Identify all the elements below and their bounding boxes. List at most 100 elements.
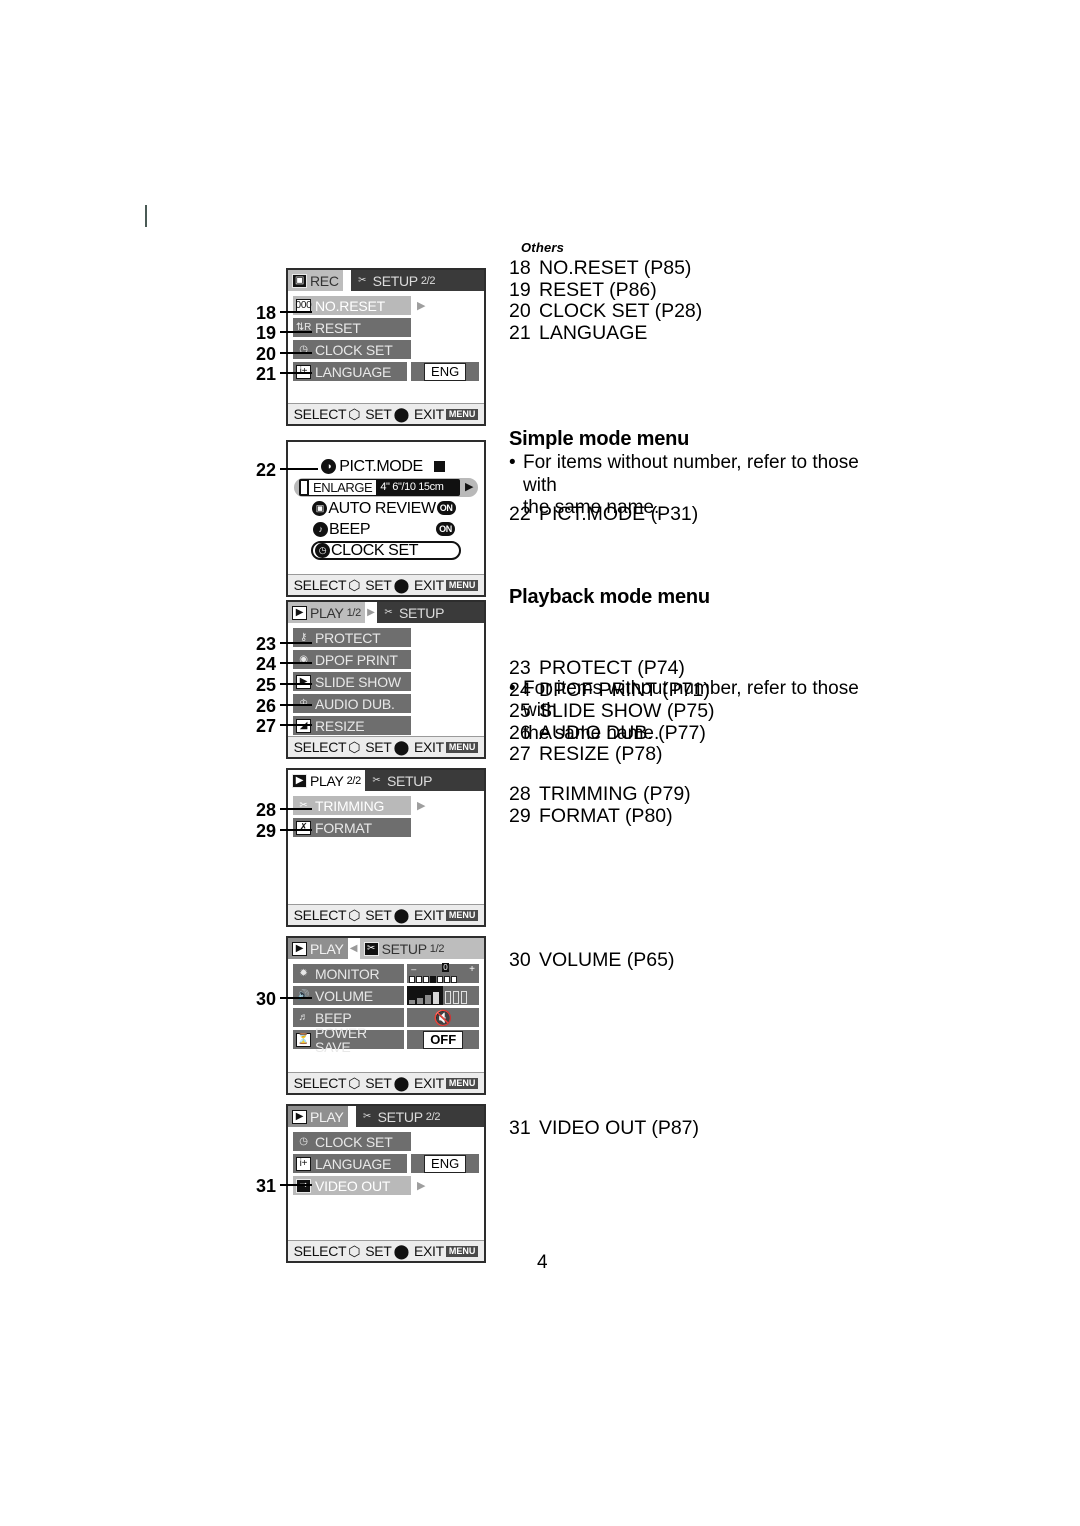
tab-label: SETUP xyxy=(386,772,433,789)
menu-row-beep[interactable]: ♪ BEEP ON xyxy=(294,519,478,539)
menu-button-chip: MENU xyxy=(445,741,479,753)
row-label: LANGUAGE xyxy=(315,1155,392,1172)
menu-row-resize[interactable]: ◢ RESIZE xyxy=(293,716,479,735)
menu-row-dpof-print[interactable]: ◉ DPOF PRINT xyxy=(293,650,479,669)
tab-bar: ▶ PLAY 2/2 ✂ SETUP xyxy=(288,770,484,791)
row-label: NO.RESET xyxy=(315,297,385,314)
menu-row-audio-dub[interactable]: ♔ AUDIO DUB. xyxy=(293,694,479,713)
footer-exit-label: EXIT xyxy=(413,907,444,923)
chevron-right-icon: ▶ xyxy=(417,1180,426,1192)
menu-row-no-reset[interactable]: 000 NO.RESET ▶ xyxy=(293,296,479,315)
menu-row-trimming[interactable]: ✂ TRIMMING ▶ xyxy=(293,796,479,815)
chevron-right-icon: ▶ xyxy=(367,607,375,618)
menu-row-power-save[interactable]: ⏳ POWER SAVE OFF xyxy=(293,1026,479,1054)
monitor-scale[interactable]: – 0 + xyxy=(407,963,479,983)
item-text: TRIMMING (P79) xyxy=(539,783,691,805)
footer-select-label: SELECT xyxy=(293,1075,347,1091)
clock-icon: ◷ xyxy=(299,1135,308,1147)
item-text: RESIZE (P78) xyxy=(539,743,663,765)
menu-button-chip: MENU xyxy=(445,579,479,591)
beep-toggle[interactable]: ON xyxy=(436,522,455,536)
row-label: PROTECT xyxy=(315,629,381,646)
tab-play[interactable]: ▶ PLAY 2/2 xyxy=(288,770,365,791)
leader-line-31 xyxy=(280,1184,312,1186)
item-number: 25 xyxy=(509,700,531,722)
plus-sign: + xyxy=(469,964,475,975)
language-value[interactable]: ENG xyxy=(411,1154,479,1173)
menu-row-reset[interactable]: ⇅R RESET xyxy=(293,318,479,337)
tab-setup[interactable]: ✂ SETUP 1/2 xyxy=(359,938,484,959)
tab-setup[interactable]: ✂ SETUP 2/2 xyxy=(350,270,484,291)
menu-row-enlarge[interactable]: ENLARGE 4" 6"/10 15cm ▶ xyxy=(294,477,478,497)
up-down-icon: ⬡ xyxy=(348,405,361,422)
menu-row-auto-review[interactable]: ▣ AUTO REVIEW ON xyxy=(294,498,478,518)
power-save-value[interactable]: OFF xyxy=(407,1030,479,1049)
tab-page: 2/2 xyxy=(346,774,362,787)
value-chip: ENG xyxy=(424,362,467,381)
menu-row-format[interactable]: ✗ FORMAT xyxy=(293,818,479,837)
others-item-list: 18 NO.RESET (P85) 19 RESET (P86) 20 CLOCK S… xyxy=(509,257,703,344)
tab-setup[interactable]: ✂ SETUP xyxy=(364,770,484,791)
tab-play[interactable]: ▶ PLAY 1/2 xyxy=(288,602,365,623)
leader-line-20 xyxy=(280,352,312,354)
print-icon: ◉ xyxy=(299,653,308,665)
item-text: VIDEO OUT (P87) xyxy=(539,1117,700,1139)
footer-exit: EXIT MENU xyxy=(414,406,479,422)
menu-row-clock-set[interactable]: ◷ CLOCK SET xyxy=(293,340,479,359)
menu-row-language[interactable]: i+ LANGUAGE ENG xyxy=(293,1154,479,1173)
menu-row-pict-mode[interactable]: ◑ PICT.MODE xyxy=(294,456,478,476)
item-text: SLIDE SHOW (P75) xyxy=(539,700,715,722)
menu-body: ✹ MONITOR – 0 + 🔊 VOLUME ♬ BEEP 🔇 ⏳ POWE… xyxy=(288,959,484,1072)
menu-row-clock-set[interactable]: ◷ CLOCK SET xyxy=(293,1132,479,1151)
tab-rec[interactable]: ▣ REC xyxy=(288,270,343,291)
menu-row-clock-set[interactable]: ◷ CLOCK SET xyxy=(294,540,478,560)
item-number: 26 xyxy=(509,721,531,744)
menu-row-protect[interactable]: ⚷ PROTECT xyxy=(293,628,479,647)
review-icon: ▣ xyxy=(312,500,328,516)
tab-play[interactable]: ▶ PLAY xyxy=(288,1106,348,1127)
format-icon: ✗ xyxy=(296,820,311,835)
row-label: DPOF PRINT xyxy=(315,651,398,668)
item-text: CLOCK SET (P28) xyxy=(539,300,703,322)
item-number: 19 xyxy=(509,278,531,301)
footer-select-label: SELECT xyxy=(293,577,347,593)
leader-number-21: 21 xyxy=(255,364,276,384)
tab-setup[interactable]: ✂ SETUP 2/2 xyxy=(355,1106,484,1127)
leader-line-30 xyxy=(280,997,312,999)
item-number: 29 xyxy=(509,804,531,827)
list-item: 27 RESIZE (P78) xyxy=(509,743,715,766)
menu-row-slide-show[interactable]: ▶ SLIDE SHOW xyxy=(293,672,479,691)
row-label: CLOCK SET xyxy=(315,341,393,358)
beep-mute-icon[interactable]: 🔇 xyxy=(407,1008,479,1027)
left-right-icon: ⬤ xyxy=(393,405,410,422)
footer-set-label: SET xyxy=(365,577,392,593)
list-item: 25 SLIDE SHOW (P75) xyxy=(509,700,715,723)
screen-simple-mode: ◑ PICT.MODE ENLARGE 4" 6"/10 15cm ▶ ▣ AU… xyxy=(286,440,486,597)
footer-set: SET ⬤ xyxy=(365,739,409,756)
clock-icon: ◷ xyxy=(315,542,330,558)
menu-button-chip: MENU xyxy=(445,909,479,921)
leader-number-30: 30 xyxy=(255,989,276,1009)
auto-review-toggle[interactable]: ON xyxy=(436,501,456,515)
footer-select-label: SELECT xyxy=(293,1243,347,1259)
menu-row-video-out[interactable]: ⇒ VIDEO OUT ▶ xyxy=(293,1176,479,1195)
page-number: 4 xyxy=(537,1252,548,1273)
footer-exit: EXIT MENU xyxy=(414,1243,479,1259)
tab-setup[interactable]: ✂ SETUP xyxy=(376,602,484,623)
menu-row-language[interactable]: i+ LANGUAGE ENG xyxy=(293,362,479,381)
menu-row-volume[interactable]: 🔊 VOLUME xyxy=(293,986,479,1005)
footer-exit-label: EXIT xyxy=(413,1075,444,1091)
chevron-right-icon: ▶ xyxy=(417,800,426,812)
language-value[interactable]: ENG xyxy=(411,362,479,381)
item-text: RESET (P86) xyxy=(539,278,657,301)
play-icon: ▶ xyxy=(292,605,307,620)
volume-bars[interactable] xyxy=(407,986,479,1005)
tab-play[interactable]: ▶ PLAY xyxy=(288,938,348,959)
menu-body: 000 NO.RESET ▶ ⇅R RESET ◷ CLOCK SET i+ L… xyxy=(288,291,484,403)
menu-row-monitor[interactable]: ✹ MONITOR – 0 + xyxy=(293,963,479,983)
item-number: 30 xyxy=(509,949,531,971)
up-down-icon: ⬡ xyxy=(348,576,361,593)
footer-select-label: SELECT xyxy=(293,739,347,755)
powersave-icon: ⏳ xyxy=(296,1032,311,1047)
footer-set-label: SET xyxy=(365,1243,392,1259)
